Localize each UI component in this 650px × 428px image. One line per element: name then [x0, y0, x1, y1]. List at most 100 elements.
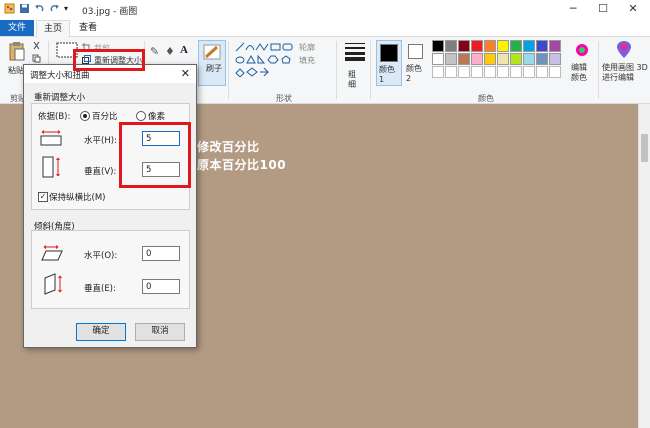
palette-color-swatch[interactable] [523, 53, 535, 65]
color2-label: 颜色 2 [406, 64, 422, 83]
palette-color-swatch[interactable] [445, 40, 457, 52]
outline-label[interactable]: 轮廓 [299, 42, 315, 53]
minimize-icon[interactable]: ─ [562, 2, 584, 18]
palette-empty-swatch[interactable] [549, 66, 561, 78]
palette-color-swatch[interactable] [432, 53, 444, 65]
copy-icon[interactable] [32, 54, 41, 63]
percent-radio[interactable] [80, 111, 90, 121]
undo-icon[interactable] [34, 3, 45, 14]
ribbon-separator [336, 41, 337, 99]
palette-empty-swatch[interactable] [510, 66, 522, 78]
cancel-button[interactable]: 取消 [135, 323, 185, 341]
color1-label: 颜色 1 [379, 65, 395, 84]
palette-color-swatch[interactable] [497, 53, 509, 65]
keep-ratio-checkbox[interactable]: ✓ [38, 192, 48, 202]
dialog-close-icon[interactable]: ✕ [181, 67, 190, 80]
color1-button[interactable]: 颜色 1 [376, 40, 402, 86]
ribbon-tabs: 文件 主页 查看 [0, 20, 650, 37]
cut-icon[interactable] [32, 41, 41, 50]
resize-skew-dialog: 调整大小和扭曲 ✕ 重新调整大小 依据(B): 百分比 像素 水平(H): 5 … [23, 64, 197, 348]
title-bar: ▾ 03.jpg - 画图 ─ ☐ ✕ [0, 0, 650, 20]
resize-heading: 重新调整大小 [34, 93, 86, 103]
by-label: 依据(B): [38, 112, 71, 122]
percent-label[interactable]: 百分比 [92, 110, 118, 122]
size-icon[interactable] [344, 41, 366, 61]
palette-color-swatch[interactable] [471, 53, 483, 65]
palette-empty-swatch[interactable] [523, 66, 535, 78]
pixels-radio[interactable] [136, 111, 146, 121]
palette-color-swatch[interactable] [536, 40, 548, 52]
brush-label: 刷子 [206, 64, 222, 73]
palette-color-swatch[interactable] [471, 40, 483, 52]
color1-swatch [380, 44, 398, 62]
keep-ratio-label[interactable]: 保持纵横比(M) [49, 191, 105, 203]
horizontal-resize-icon [40, 130, 62, 146]
tab-home[interactable]: 主页 [36, 20, 70, 37]
paste-icon[interactable] [9, 41, 25, 61]
edit-colors-label[interactable]: 编辑颜色 [571, 63, 593, 83]
palette-empty-swatch[interactable] [445, 66, 457, 78]
tab-file[interactable]: 文件 [0, 20, 34, 36]
paste-label[interactable]: 粘贴 [8, 65, 24, 76]
scrollbar-thumb[interactable] [641, 134, 648, 162]
colors-group-label: 颜色 [478, 94, 494, 103]
ok-button[interactable]: 确定 [76, 323, 126, 341]
size-label[interactable]: 粗细 [348, 70, 360, 90]
quick-access-toolbar: ▾ [4, 3, 68, 14]
pixels-label[interactable]: 像素 [148, 110, 165, 122]
palette-color-swatch[interactable] [549, 53, 561, 65]
annotation-note-1: 修改百分比 [197, 140, 260, 154]
save-icon[interactable] [19, 3, 30, 14]
fill-label[interactable]: 填充 [299, 55, 315, 66]
brush-icon [203, 44, 221, 60]
maximize-icon[interactable]: ☐ [592, 2, 614, 18]
skew-vertical-input[interactable]: 0 [142, 279, 180, 294]
palette-color-swatch[interactable] [536, 53, 548, 65]
paint3d-label[interactable]: 使用画图 3D 进行编辑 [602, 63, 648, 83]
resize-vertical-label: 垂直(V): [84, 167, 117, 177]
color2-swatch [408, 44, 423, 59]
palette-color-swatch[interactable] [445, 53, 457, 65]
paint-app-icon [4, 3, 15, 14]
palette-color-swatch[interactable] [458, 40, 470, 52]
palette-color-swatch[interactable] [497, 40, 509, 52]
vertical-skew-icon [44, 273, 62, 295]
vertical-resize-icon [42, 156, 60, 178]
window-title: 03.jpg - 画图 [82, 7, 138, 17]
ribbon-separator [598, 41, 599, 99]
skew-group: 水平(O): 0 垂直(E): 0 [31, 230, 190, 309]
annotation-note-2: 原本百分比100 [197, 158, 287, 172]
palette-color-swatch[interactable] [458, 53, 470, 65]
tab-view[interactable]: 查看 [72, 20, 104, 36]
customize-qat-icon[interactable]: ▾ [64, 4, 68, 13]
palette-color-swatch[interactable] [510, 40, 522, 52]
palette-color-swatch[interactable] [549, 40, 561, 52]
palette-empty-swatch[interactable] [497, 66, 509, 78]
palette-color-swatch[interactable] [432, 40, 444, 52]
redo-icon[interactable] [49, 3, 60, 14]
color2-button[interactable]: 颜色 2 [404, 40, 428, 84]
skew-horizontal-label: 水平(O): [84, 251, 118, 261]
close-icon[interactable]: ✕ [622, 2, 644, 18]
shapes-group-label: 形状 [276, 94, 292, 103]
palette-color-swatch[interactable] [484, 40, 496, 52]
palette-empty-swatch[interactable] [458, 66, 470, 78]
horizontal-skew-icon [41, 245, 63, 261]
palette-color-swatch[interactable] [510, 53, 522, 65]
palette-color-swatch[interactable] [484, 53, 496, 65]
highlight-resize-inputs [119, 122, 191, 188]
edit-colors-icon[interactable] [574, 42, 590, 58]
palette-color-swatch[interactable] [523, 40, 535, 52]
vertical-scrollbar[interactable] [638, 104, 650, 428]
pencil-icon[interactable]: ✎ [150, 45, 159, 58]
paint3d-icon[interactable] [616, 41, 632, 59]
text-icon[interactable]: A [180, 44, 188, 56]
palette-empty-swatch[interactable] [536, 66, 548, 78]
brush-button[interactable]: 刷子 [198, 40, 226, 86]
palette-empty-swatch[interactable] [432, 66, 444, 78]
shapes-gallery-icon[interactable] [234, 41, 296, 77]
skew-horizontal-input[interactable]: 0 [142, 246, 180, 261]
fill-icon[interactable]: ♦ [165, 45, 175, 58]
palette-empty-swatch[interactable] [471, 66, 483, 78]
palette-empty-swatch[interactable] [484, 66, 496, 78]
